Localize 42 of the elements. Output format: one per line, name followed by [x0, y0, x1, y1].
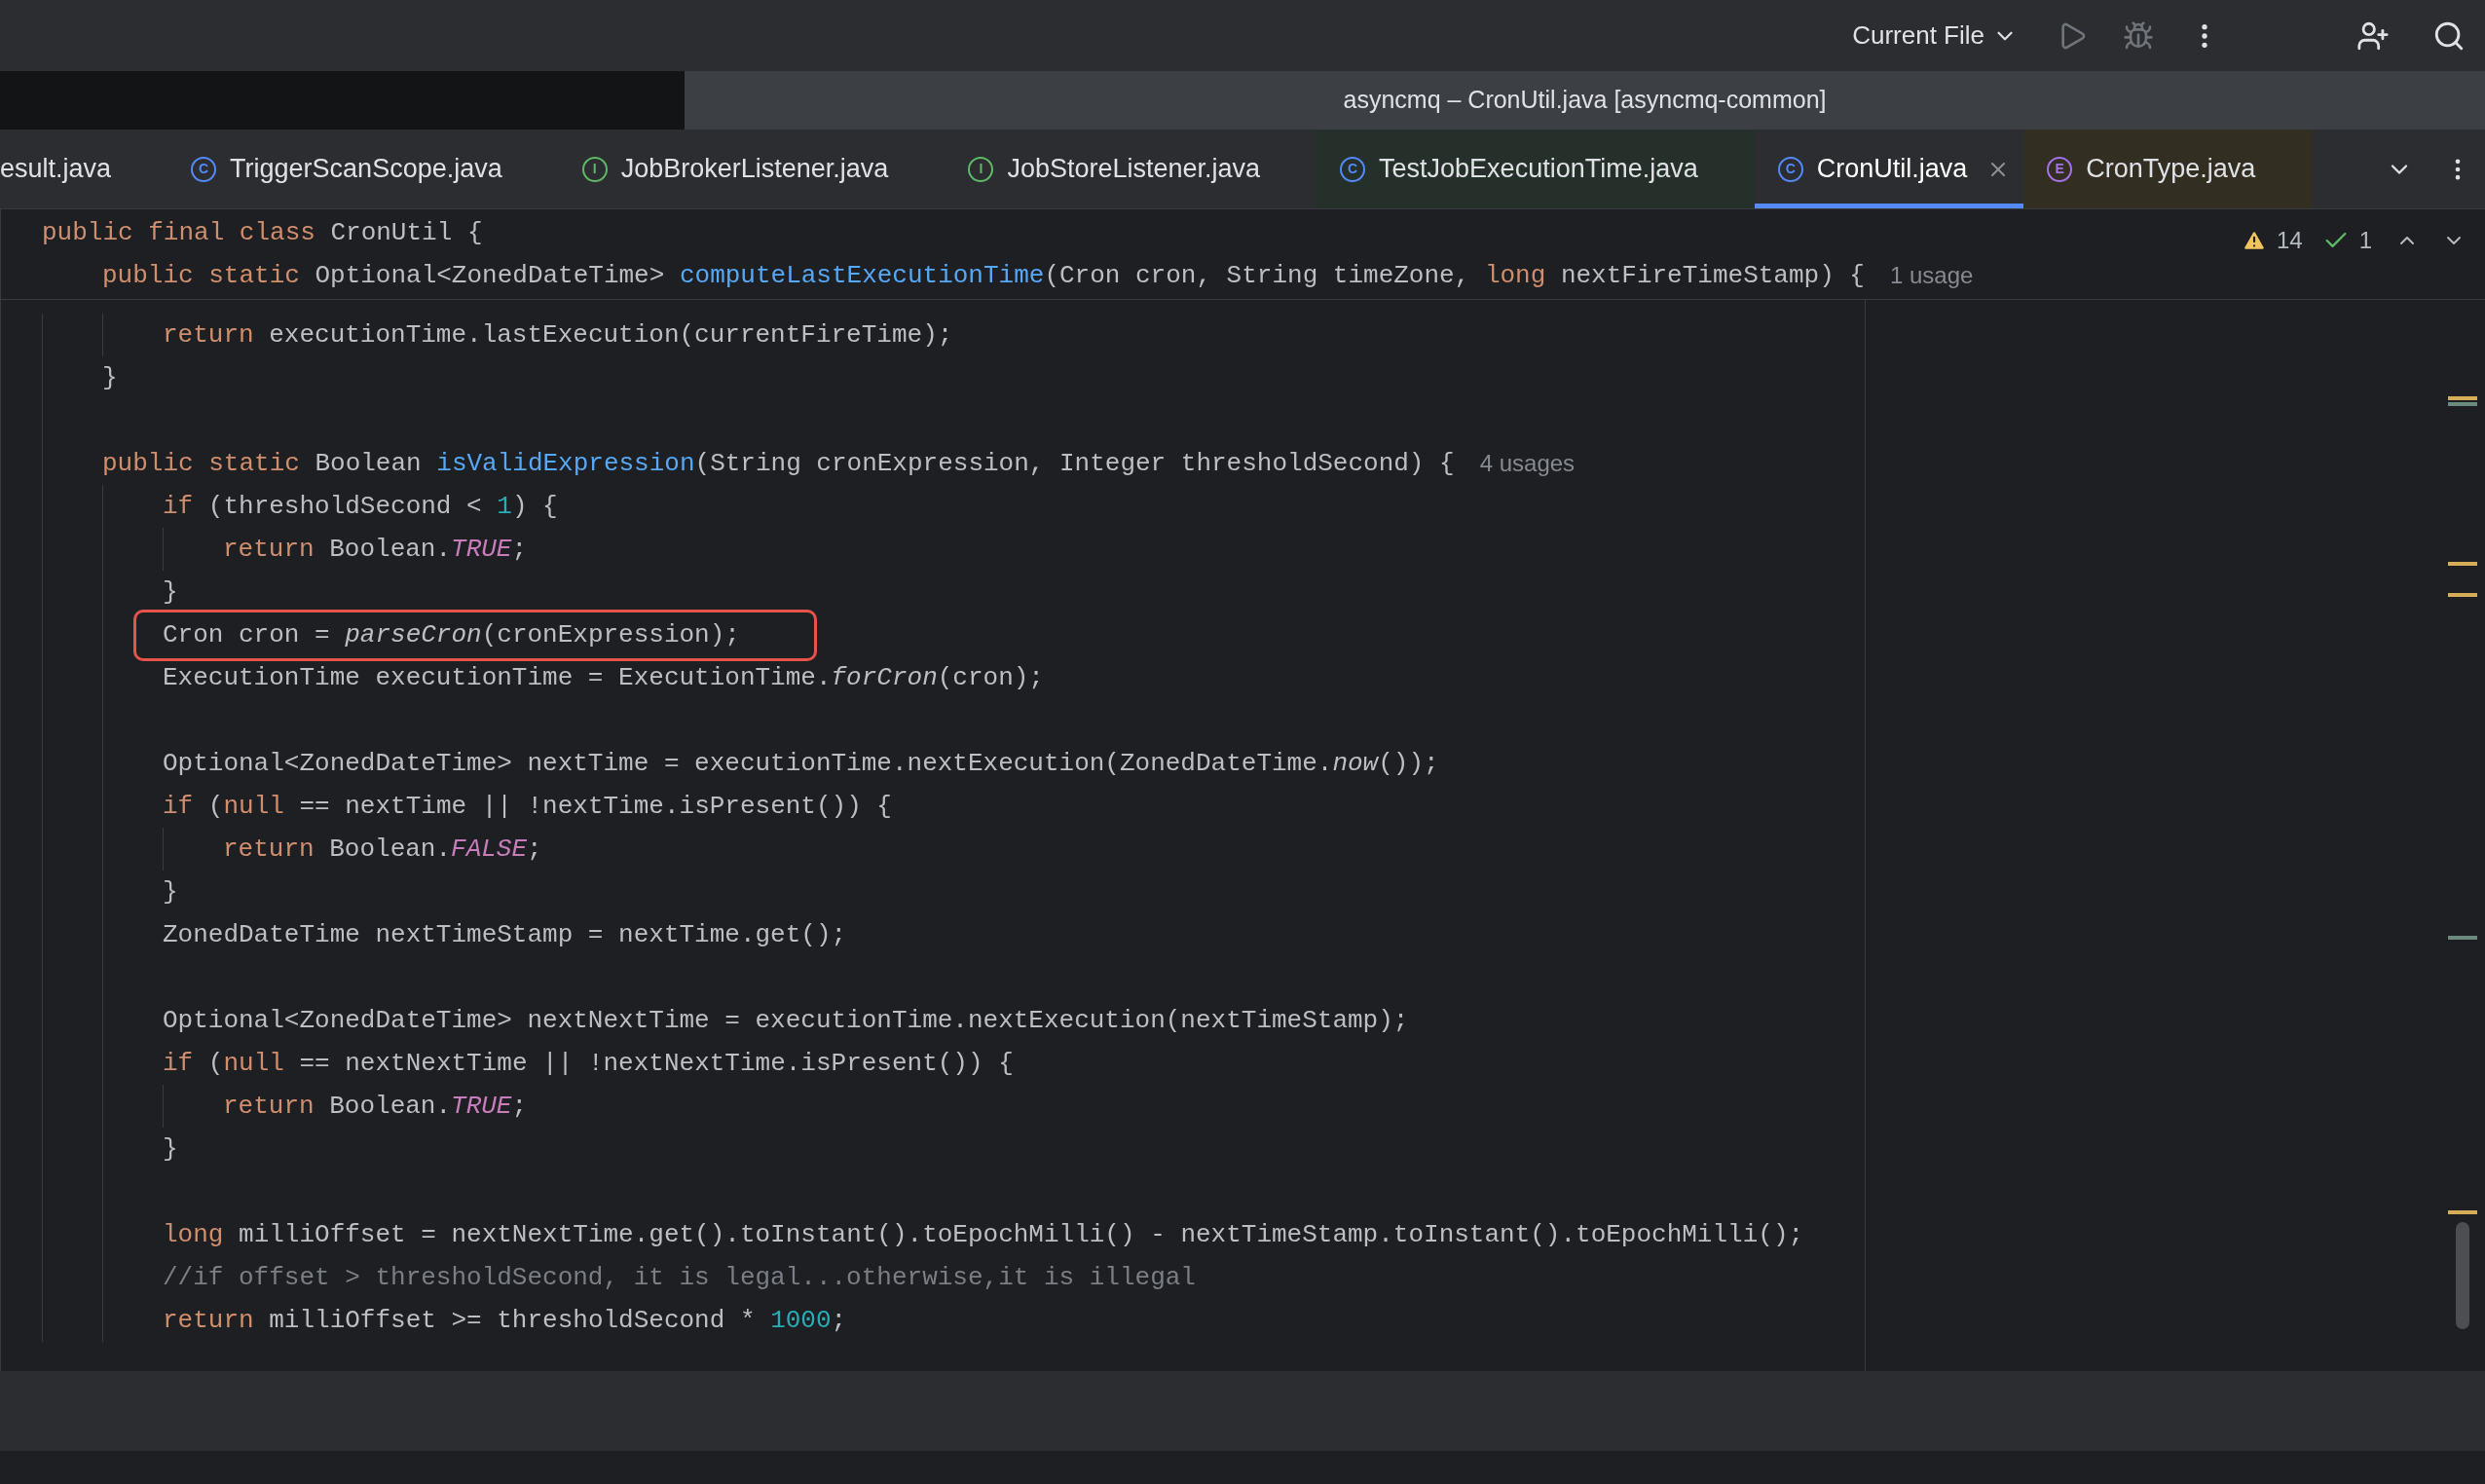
code-line: } [102, 361, 118, 394]
editor-tab[interactable]: C TriggerScanScope.java [167, 130, 559, 208]
editor-tab[interactable]: I JobBrokerListener.java [558, 130, 946, 208]
editor-tab[interactable]: E CronType.java [2023, 130, 2313, 208]
code-line: if (thresholdSecond < 1) { [163, 490, 558, 523]
code-line: } [163, 875, 178, 909]
file-type-icon: C [1340, 156, 1366, 182]
code-line: Optional<ZonedDateTime> nextNextTime = executionTime.nextExecution(nextTimeStamp); [163, 1004, 1409, 1037]
code-line: ExecutionTime executionTime = ExecutionTime.forCron(cron); [163, 661, 1044, 694]
passed-count[interactable]: 1 [2358, 223, 2372, 258]
editor-tab[interactable]: I JobStoreListener.java [945, 130, 1317, 208]
code-line: } [163, 575, 178, 609]
code-line: return Boolean.FALSE; [223, 833, 542, 866]
window-title: asyncmq – CronUtil.java [asyncmq-common] [1343, 85, 1827, 116]
run-configuration-dropdown[interactable]: Current File [1852, 17, 2018, 55]
warning-count[interactable]: 14 [2276, 223, 2303, 258]
code-line: return executionTime.lastExecution(currentFireTime); [163, 318, 953, 352]
code-line: public final class CronUtil { [42, 216, 483, 249]
code-line: long milliOffset = nextNextTime.get().toInstant().toEpochMilli() - nextTimeStamp.toInstant().toEpochMilli(); [163, 1218, 1804, 1251]
scrollbar-thumb[interactable] [2456, 1222, 2469, 1329]
editor-tab[interactable]: C CronUtil.java [1754, 130, 2024, 208]
code-line: if (null == nextTime || !nextTime.isPresent()) { [163, 790, 892, 823]
file-type-icon: E [2047, 156, 2073, 182]
code-line: ZonedDateTime nextTimeStamp = nextTime.get(); [163, 918, 847, 951]
code-line: //if offset > thresholdSecond, it is legal...otherwise,it is illegal [163, 1261, 1196, 1294]
usage-hint[interactable]: 1 usage [1889, 258, 1974, 293]
code-line: return Boolean.TRUE; [223, 533, 528, 566]
code-line: return milliOffset >= thresholdSecond * 1000; [163, 1304, 847, 1337]
usage-hint[interactable]: 4 usages [1479, 446, 1576, 481]
file-type-icon: I [968, 156, 994, 182]
editor-tab[interactable]: C TestJobExecutionTime.java [1317, 130, 1755, 208]
editor-tab[interactable]: esult.java [0, 130, 168, 208]
code-line: return Boolean.TRUE; [223, 1090, 528, 1123]
code-line: } [163, 1132, 178, 1166]
file-type-icon: C [191, 156, 217, 182]
bug-icon[interactable] [2123, 19, 2154, 52]
code-line: public static Boolean isValidExpression(String cronExpression, Integer thresholdSecond) { [102, 447, 1455, 480]
code-line: if (null == nextNextTime || !nextNextTime.isPresent()) { [163, 1047, 1014, 1080]
file-type-icon: C [1777, 156, 1803, 182]
code-line: public static Optional<ZonedDateTime> computeLastExecutionTime(Cron cron, String timeZone, long nextFireTimeStamp) { [102, 259, 1865, 292]
code-line: Optional<ZonedDateTime> nextTime = executionTime.nextExecution(ZonedDateTime.now()); [163, 747, 1439, 780]
file-type-icon: I [581, 156, 608, 182]
